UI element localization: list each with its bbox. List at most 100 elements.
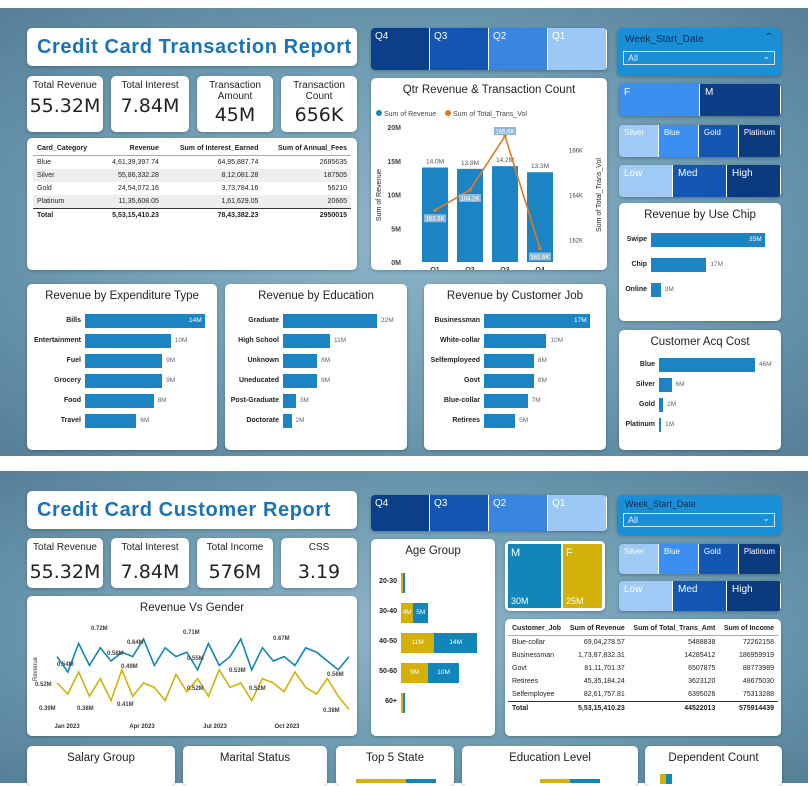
bar-row[interactable]: Gold 2M <box>619 398 781 412</box>
kpi-total-interest[interactable]: Total Interest 7.84M <box>111 538 189 588</box>
bar-row[interactable]: Travel 6M <box>27 414 217 428</box>
slicer-gold[interactable]: Gold <box>698 125 739 157</box>
bar[interactable] <box>659 358 755 372</box>
slicer-platinum[interactable]: Platinum <box>738 125 781 157</box>
bar-row[interactable]: Bills 14M <box>27 314 217 328</box>
bar-row[interactable]: Govt 8M <box>424 374 606 388</box>
bar[interactable] <box>85 314 205 328</box>
bar[interactable] <box>651 283 661 297</box>
table-row[interactable]: Silver 55,86,332.28 8,12,081.28 187505 <box>33 169 351 182</box>
bar-row[interactable]: Blue 46M <box>619 358 781 372</box>
col-header[interactable]: Revenue <box>100 142 163 156</box>
table-row[interactable]: Govt 81,11,701.37 6507875 88773989 <box>508 662 778 675</box>
col-header[interactable]: Card_Category <box>33 142 100 156</box>
bar[interactable] <box>484 414 516 428</box>
bar[interactable] <box>85 414 137 428</box>
bar-male[interactable]: 5M <box>413 603 429 623</box>
table-row[interactable]: Businessman 1,73,87,832.31 14285412 1869599… <box>508 649 778 662</box>
bar-female[interactable]: 4M <box>401 603 414 623</box>
chevron-up-icon[interactable]: ⌃ <box>765 32 773 43</box>
bar[interactable] <box>484 394 528 408</box>
table-row[interactable]: Blue 4,61,39,397.74 64,95,887.74 2685635 <box>33 156 351 170</box>
slicer-q2[interactable]: Q2 <box>489 495 548 531</box>
slicer-silver[interactable]: Silver <box>619 125 659 157</box>
bar-row[interactable]: Swipe 35M <box>619 233 781 247</box>
bar-male[interactable]: 14M <box>434 633 477 653</box>
bar-female[interactable]: 11M <box>401 633 435 653</box>
col-header[interactable]: Sum of Annual_Fees <box>262 142 351 156</box>
slicer-med[interactable]: Med <box>673 165 727 197</box>
slicer-q4[interactable]: Q4 <box>371 28 430 70</box>
kpi-total-revenue[interactable]: Total Revenue 55.32M <box>27 76 103 132</box>
slicer-gender-f[interactable]: F <box>619 84 700 116</box>
slicer-platinum[interactable]: Platinum <box>738 544 781 574</box>
treemap-male[interactable]: M 30M <box>508 544 561 608</box>
slicer-med[interactable]: Med <box>673 581 727 611</box>
bar[interactable] <box>85 354 163 368</box>
bar-row[interactable]: Online 3M <box>619 283 781 297</box>
bar-row[interactable]: High School 11M <box>225 334 407 348</box>
slicer-q4[interactable]: Q4 <box>371 495 430 531</box>
bar-row[interactable]: Food 8M <box>27 394 217 408</box>
kpi-transaction-amount[interactable]: Transaction Amount 45M <box>197 76 273 132</box>
bar-row[interactable]: Businessman 17M <box>424 314 606 328</box>
kpi-transaction-count[interactable]: Transaction Count 656K <box>281 76 357 132</box>
card-slicer[interactable]: Silver Blue Gold Platinum <box>619 125 781 157</box>
bar[interactable] <box>283 374 318 388</box>
bar-male[interactable] <box>403 693 405 713</box>
bar-row[interactable]: Entertainment 10M <box>27 334 217 348</box>
slicer-low[interactable]: Low <box>619 165 673 197</box>
kpi-total-income[interactable]: Total Income 576M <box>197 538 273 588</box>
table-row[interactable]: Platinum 11,35,608.05 1,61,629.05 20665 <box>33 195 351 209</box>
table-row[interactable]: Gold 24,54,072.16 3,73,784.16 56210 <box>33 182 351 195</box>
bar-row[interactable]: Graduate 22M <box>225 314 407 328</box>
col-header[interactable]: Sum of Interest_Earned <box>163 142 263 156</box>
kpi-css[interactable]: CSS 3.19 <box>281 538 357 588</box>
bar-female[interactable]: 9M <box>401 663 429 683</box>
bar[interactable] <box>283 354 318 368</box>
bar-row[interactable]: Unknown 8M <box>225 354 407 368</box>
slicer-q3[interactable]: Q3 <box>430 28 489 70</box>
bar[interactable] <box>484 334 547 348</box>
bar[interactable] <box>484 354 534 368</box>
bar[interactable] <box>283 314 377 328</box>
slicer-high[interactable]: High <box>727 165 781 197</box>
kpi-total-interest[interactable]: Total Interest 7.84M <box>111 76 189 132</box>
card-slicer[interactable]: Silver Blue Gold Platinum <box>619 544 781 574</box>
kpi-total-revenue[interactable]: Total Revenue 55.32M <box>27 538 103 588</box>
bar[interactable] <box>651 258 707 272</box>
bar-row[interactable]: Retirees 5M <box>424 414 606 428</box>
bar-row[interactable]: White-collar 10M <box>424 334 606 348</box>
bar[interactable] <box>651 233 765 247</box>
slicer-q3[interactable]: Q3 <box>430 495 489 531</box>
bar[interactable] <box>659 398 664 412</box>
slicer-blue[interactable]: Blue <box>658 544 699 574</box>
slicer-silver[interactable]: Silver <box>619 544 659 574</box>
table-row[interactable]: Selfemployee 82,61,757.81 6395026 75313288 <box>508 688 778 702</box>
slicer-q1[interactable]: Q1 <box>548 28 607 70</box>
col-header[interactable]: Customer_Job <box>508 622 565 636</box>
bar-row[interactable]: Fuel 9M <box>27 354 217 368</box>
slicer-gender-m[interactable]: M <box>700 84 781 116</box>
table-row[interactable]: Retirees 45,35,184.24 3623120 48675030 <box>508 675 778 688</box>
bar[interactable] <box>484 374 534 388</box>
bar-row[interactable]: Grocery 9M <box>27 374 217 388</box>
bar[interactable] <box>283 414 292 428</box>
col-header[interactable]: Sum of Income <box>719 622 778 636</box>
bar-row[interactable]: Uneducated 8M <box>225 374 407 388</box>
bar[interactable] <box>85 334 171 348</box>
income-slicer[interactable]: Low Med High <box>619 581 781 611</box>
bar[interactable] <box>85 374 163 388</box>
week-slicer[interactable]: Week_Start_Date All ⌄ <box>617 495 781 535</box>
slicer-low[interactable]: Low <box>619 581 673 611</box>
table-row[interactable]: Blue-collar 69,04,278.57 5488838 72262158 <box>508 636 778 650</box>
quarter-slicer[interactable]: Q4 Q3 Q2 Q1 <box>371 28 607 70</box>
bar-male[interactable]: 10M <box>428 663 459 683</box>
bar-row[interactable]: Doctorate 2M <box>225 414 407 428</box>
bar-row[interactable]: Post-Graduate 3M <box>225 394 407 408</box>
bar[interactable] <box>283 394 296 408</box>
week-dropdown[interactable]: All ⌄ <box>623 51 775 65</box>
quarter-slicer[interactable]: Q4 Q3 Q2 Q1 <box>371 495 607 531</box>
bar[interactable] <box>659 418 662 432</box>
slicer-gold[interactable]: Gold <box>698 544 739 574</box>
